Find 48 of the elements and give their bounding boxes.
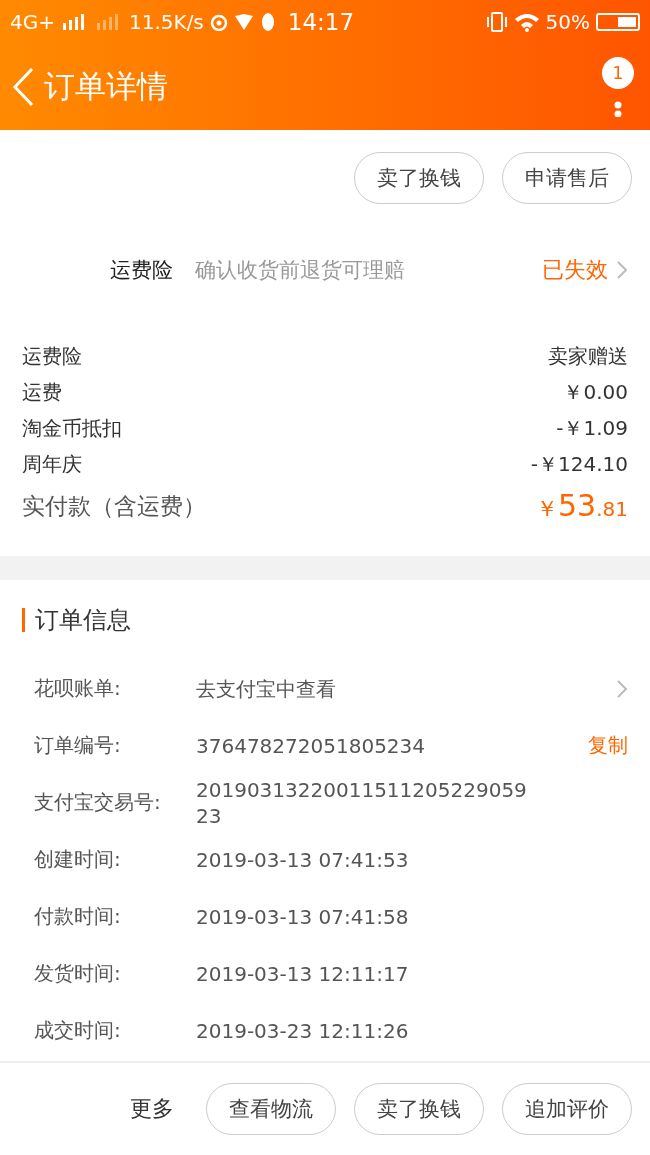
insurance-description: 确认收货前退货可理赔 [195, 257, 406, 284]
info-label: 支付宝交易号: [33, 789, 162, 816]
info-label: 成交时间: [33, 1017, 122, 1044]
action-button[interactable]: 查看物流 [206, 1083, 336, 1135]
clock: 14:17 [287, 9, 355, 35]
battery-icon [596, 13, 640, 31]
info-value: 376478272051805234 [196, 732, 427, 759]
page-title: 订单详情 [44, 67, 168, 106]
back-icon[interactable] [12, 67, 34, 107]
fee-label: 运费 [22, 378, 62, 406]
fee-label: 运费险 [22, 342, 82, 370]
info-value[interactable]: 去支付宝中查看 [196, 675, 616, 702]
info-value: 2019-03-13 07:41:53 [196, 846, 410, 873]
insurance-label: 运费险 [110, 257, 173, 284]
action-button[interactable]: 申请售后 [502, 152, 632, 204]
chevron-icon [616, 678, 628, 699]
network-type: 4G+ [10, 10, 55, 34]
vibrate-icon [485, 12, 508, 32]
action-button[interactable]: 卖了换钱 [354, 152, 484, 204]
fee-value: -￥124.10 [530, 450, 628, 478]
more-link[interactable]: 更多 [130, 1094, 174, 1124]
total-amount: 53 [558, 488, 597, 523]
info-label: 付款时间: [33, 903, 122, 930]
currency-sign: ￥ [536, 496, 558, 521]
info-value: 2019031322001151120522905923 [196, 776, 528, 829]
info-label: 花呗账单: [33, 675, 122, 702]
notification-badge: 1 [602, 57, 634, 89]
info-value: 2019-03-13 07:41:58 [196, 903, 410, 930]
info-label: 发货时间: [33, 960, 122, 987]
action-button[interactable]: 卖了换钱 [354, 1083, 484, 1135]
section-title: 订单信息 [35, 605, 131, 636]
wifi-icon [513, 12, 540, 32]
network-speed: 11.5K/s [129, 10, 204, 34]
swirl-icon [209, 13, 228, 31]
total-decimal: .81 [596, 497, 628, 521]
fee-label: 淘金币抵扣 [22, 414, 122, 442]
info-value: 2019-03-13 12:11:17 [196, 960, 410, 987]
fee-value: -￥1.09 [556, 414, 628, 442]
fee-value: ￥0.00 [563, 378, 628, 406]
action-button[interactable]: 追加评价 [502, 1083, 632, 1135]
total-label: 实付款（含运费） [22, 491, 206, 521]
battery-percent: 50% [545, 10, 590, 34]
fee-label: 周年庆 [22, 450, 82, 478]
chevron-icon [616, 260, 628, 280]
fee-value: 卖家赠送 [548, 342, 628, 370]
info-value: 2019-03-23 12:11:26 [196, 1017, 410, 1044]
info-label: 创建时间: [33, 846, 122, 873]
info-label: 订单编号: [33, 732, 122, 759]
